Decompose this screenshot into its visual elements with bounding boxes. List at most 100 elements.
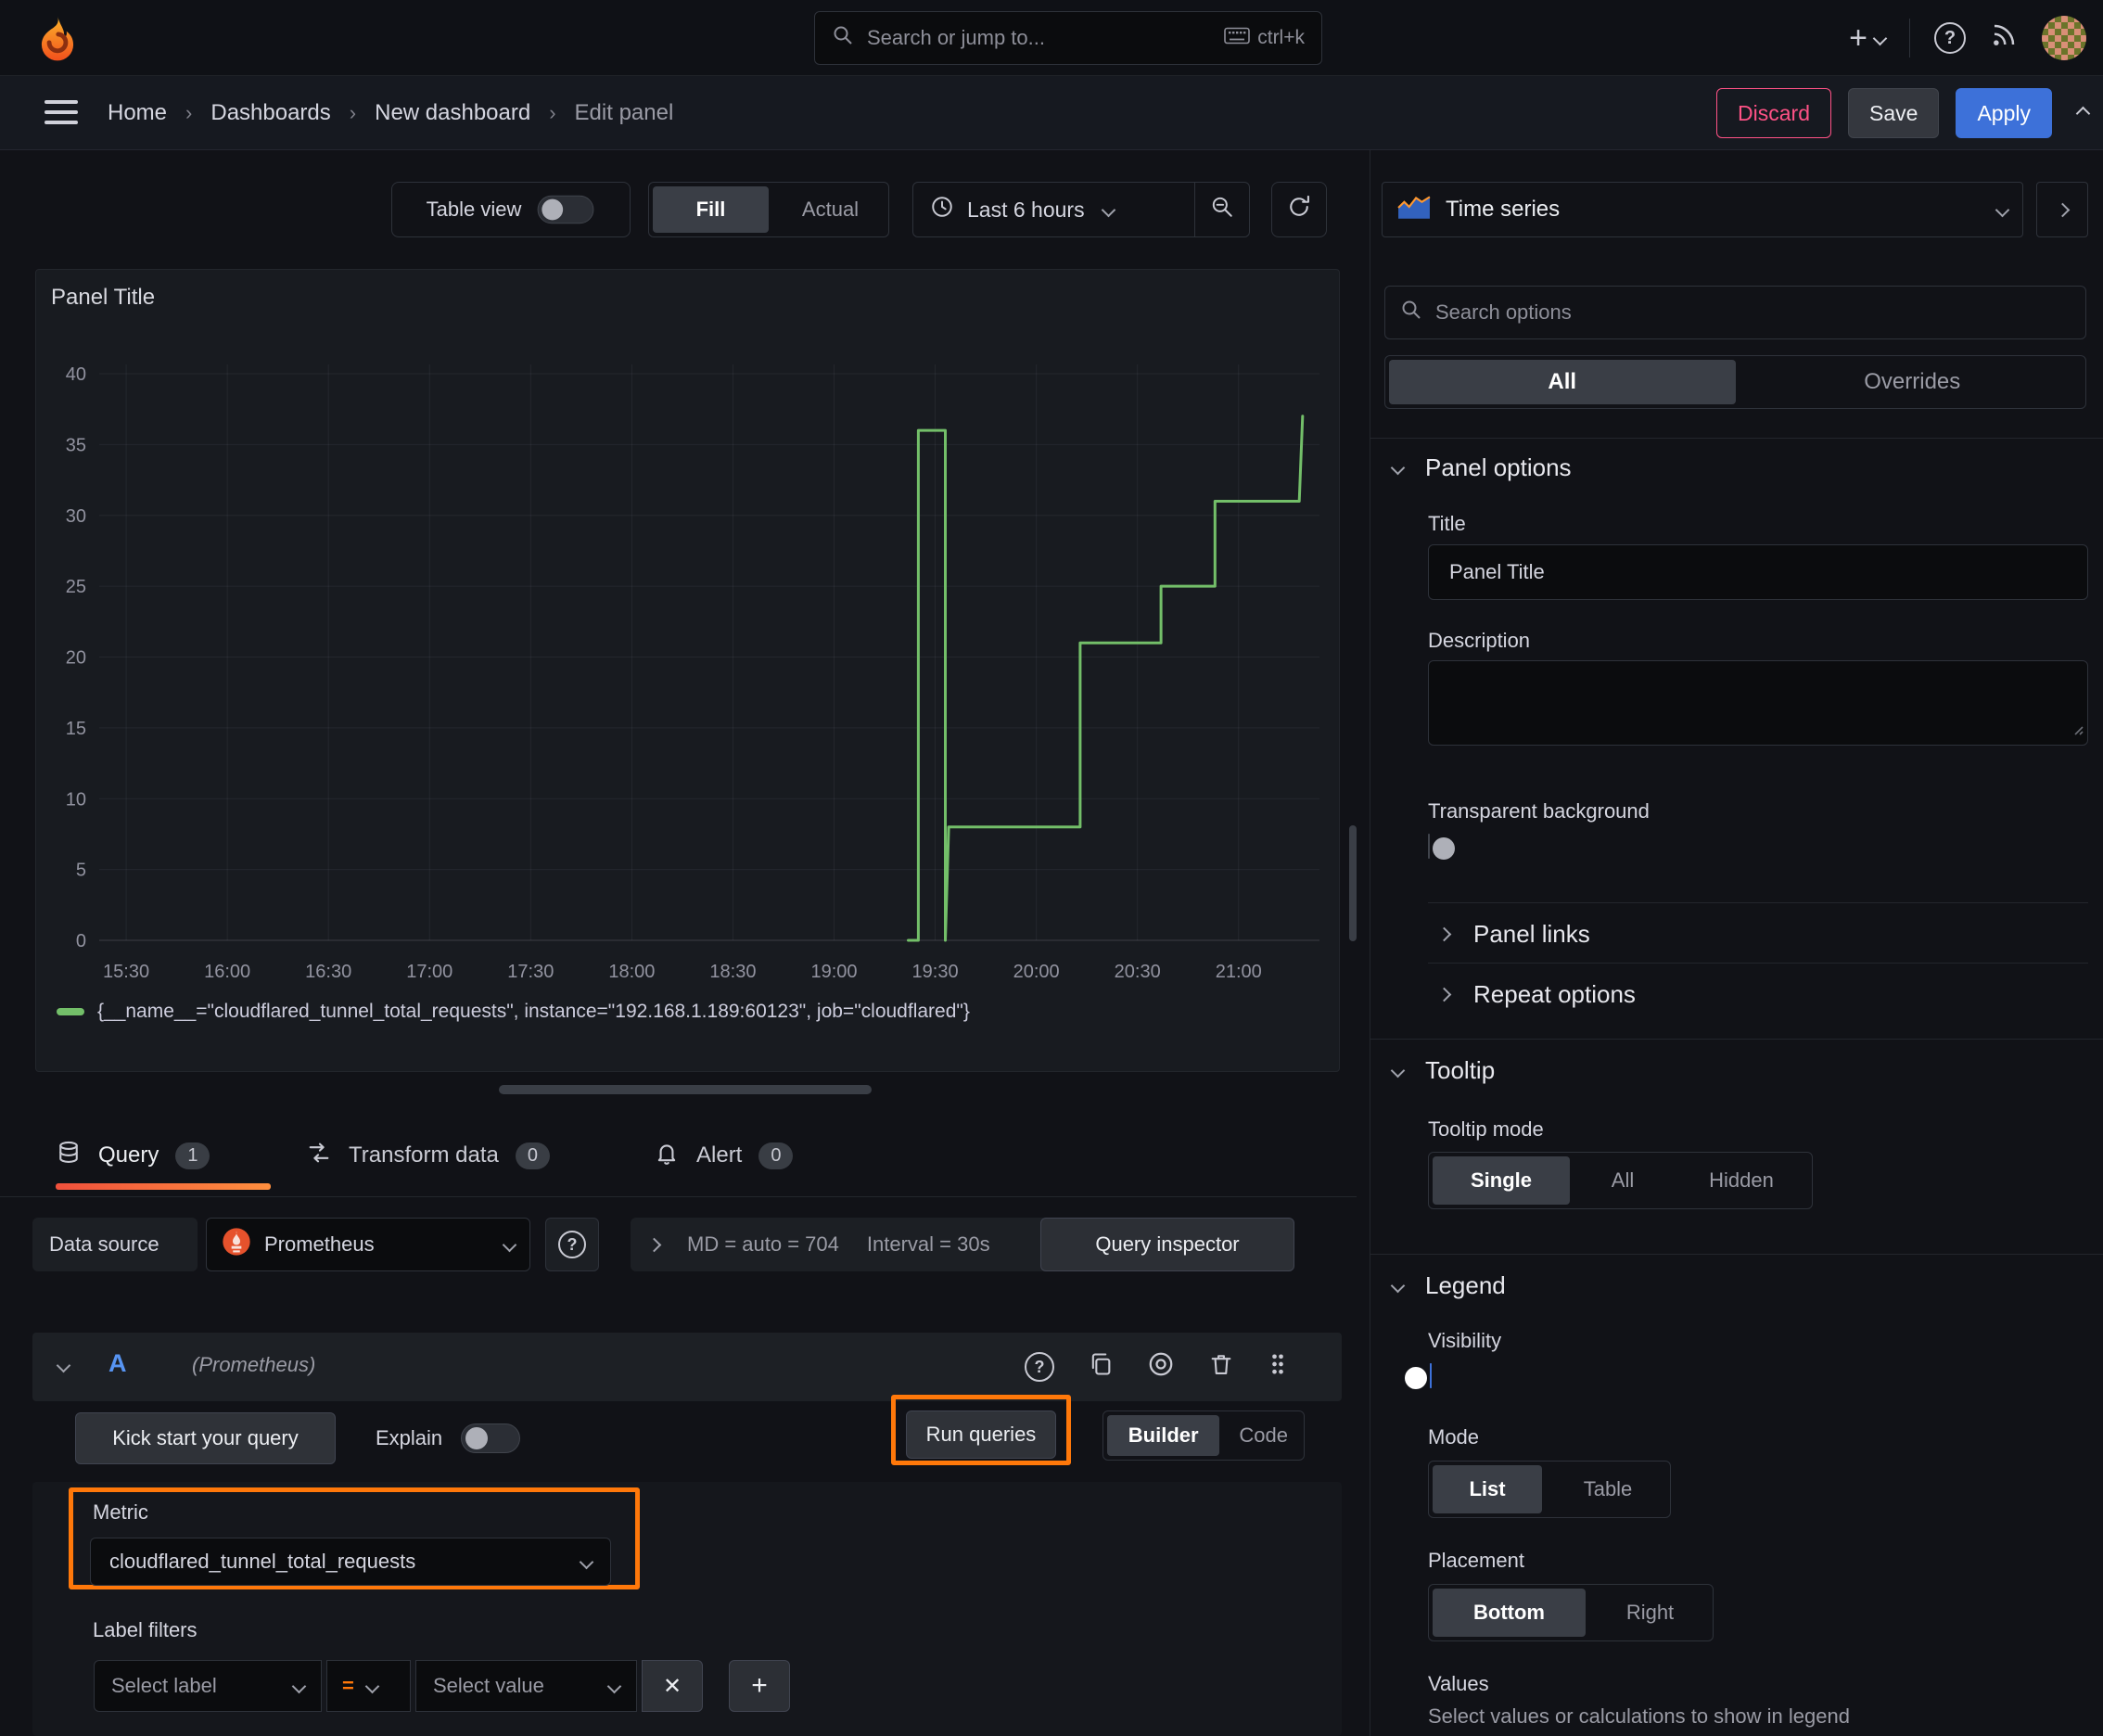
panel-links-section[interactable]: Panel links xyxy=(1436,913,1590,954)
chevron-right-icon[interactable] xyxy=(646,1237,662,1252)
tab-query-count: 1 xyxy=(175,1142,210,1169)
fill-option[interactable]: Fill xyxy=(653,186,769,233)
legend-placement-right[interactable]: Right xyxy=(1589,1585,1711,1640)
transparent-background-toggle[interactable] xyxy=(1428,834,1455,860)
collapse-options-pane-button[interactable] xyxy=(2036,182,2088,237)
time-series-chart[interactable]: 15:30 16:00 16:30 17:00 17:30 18:00 18:30 19:00… xyxy=(44,359,1329,1008)
top-navigation-bar: ctrl+k + ? xyxy=(0,0,2103,76)
tab-transform-data[interactable]: Transform data 0 xyxy=(306,1122,550,1189)
collapse-header-icon[interactable] xyxy=(2075,106,2091,121)
legend-mode-table[interactable]: Table xyxy=(1546,1462,1670,1517)
clock-icon xyxy=(930,195,954,224)
tab-query[interactable]: Query 1 xyxy=(56,1122,210,1189)
actual-option[interactable]: Actual xyxy=(772,183,888,236)
panel-title-field[interactable] xyxy=(1428,544,2088,600)
breadcrumb-new-dashboard[interactable]: New dashboard xyxy=(375,100,530,126)
avatar[interactable] xyxy=(2042,16,2086,60)
options-search-input[interactable] xyxy=(1434,300,2071,326)
tooltip-all-option[interactable]: All xyxy=(1574,1153,1672,1208)
chevron-down-icon xyxy=(1390,460,1406,475)
remove-filter-button[interactable]: ✕ xyxy=(642,1660,703,1712)
refresh-button[interactable] xyxy=(1271,182,1327,237)
legend-placement-bottom[interactable]: Bottom xyxy=(1433,1589,1586,1637)
code-option[interactable]: Code xyxy=(1223,1411,1304,1460)
svg-text:18:00: 18:00 xyxy=(608,962,655,982)
grafana-logo-icon[interactable] xyxy=(33,13,82,69)
add-filter-button[interactable]: + xyxy=(729,1660,790,1712)
legend-visibility-toggle[interactable] xyxy=(1405,1363,1432,1389)
tooltip-mode-switch: Single All Hidden xyxy=(1428,1152,1813,1209)
description-field[interactable] xyxy=(1428,660,2088,746)
datasource-picker[interactable]: Prometheus xyxy=(206,1218,530,1271)
legend-series-label[interactable]: {__name__="cloudflared_tunnel_total_requ… xyxy=(97,1001,970,1023)
toggle-visibility-icon[interactable] xyxy=(1147,1350,1175,1384)
drag-handle-icon[interactable] xyxy=(1268,1351,1288,1383)
tooltip-header[interactable]: Tooltip xyxy=(1390,1050,1496,1091)
vertical-scrollbar-thumb[interactable] xyxy=(1349,825,1357,941)
discard-button[interactable]: Discard xyxy=(1716,88,1832,138)
query-row-header[interactable]: A (Prometheus) ? xyxy=(32,1333,1342,1401)
kick-start-query-button[interactable]: Kick start your query xyxy=(75,1412,336,1464)
select-value-dropdown[interactable]: Select value xyxy=(415,1660,637,1712)
time-range-picker[interactable]: Last 6 hours xyxy=(913,183,1195,236)
svg-text:16:00: 16:00 xyxy=(204,962,250,982)
panel-title-input[interactable] xyxy=(1447,559,2069,585)
visualization-picker[interactable]: Time series xyxy=(1382,182,2023,237)
select-value-placeholder: Select value xyxy=(433,1674,544,1697)
chevron-down-icon xyxy=(1995,202,2010,217)
operator-dropdown[interactable]: = xyxy=(326,1660,411,1712)
breadcrumb-home[interactable]: Home xyxy=(108,100,167,126)
horizontal-scrollbar-thumb[interactable] xyxy=(499,1085,872,1094)
svg-text:17:00: 17:00 xyxy=(406,962,452,982)
legend-mode-list[interactable]: List xyxy=(1433,1465,1542,1513)
tooltip-title: Tooltip xyxy=(1425,1055,1496,1084)
chevron-down-icon xyxy=(1101,202,1115,217)
collapse-query-icon[interactable] xyxy=(56,1358,71,1373)
query-inspector-button[interactable]: Query inspector xyxy=(1040,1218,1294,1271)
tooltip-single-option[interactable]: Single xyxy=(1433,1156,1570,1205)
chevron-down-icon xyxy=(502,1237,517,1252)
help-icon[interactable]: ? xyxy=(1934,22,1966,54)
tab-all[interactable]: All xyxy=(1389,360,1736,404)
tooltip-hidden-option[interactable]: Hidden xyxy=(1672,1153,1811,1208)
metric-select[interactable]: cloudflared_tunnel_total_requests xyxy=(90,1538,611,1586)
save-button[interactable]: Save xyxy=(1848,88,1940,138)
table-view-toggle[interactable] xyxy=(537,195,594,224)
legend-header[interactable]: Legend xyxy=(1390,1265,1506,1306)
svg-text:15: 15 xyxy=(66,719,86,739)
builder-option[interactable]: Builder xyxy=(1107,1415,1220,1456)
description-input[interactable] xyxy=(1429,661,2087,745)
chevron-down-icon xyxy=(606,1679,622,1693)
table-view-control: Table view xyxy=(391,182,631,237)
tab-overrides[interactable]: Overrides xyxy=(1740,356,2086,408)
panel-title[interactable]: Panel Title xyxy=(51,285,155,311)
datasource-help-button[interactable]: ? xyxy=(545,1218,599,1271)
apply-button[interactable]: Apply xyxy=(1956,88,2052,138)
plus-icon: + xyxy=(1849,20,1867,56)
search-input[interactable] xyxy=(865,25,1214,51)
panel-options-header[interactable]: Panel options xyxy=(1390,447,1572,488)
news-icon[interactable] xyxy=(1990,21,2018,55)
svg-text:20: 20 xyxy=(66,648,86,669)
search-icon xyxy=(832,24,854,52)
delete-query-icon[interactable] xyxy=(1208,1351,1234,1383)
repeat-options-section[interactable]: Repeat options xyxy=(1436,974,1636,1015)
run-queries-button[interactable]: Run queries xyxy=(906,1410,1056,1459)
global-search-box[interactable]: ctrl+k xyxy=(814,11,1322,65)
breadcrumb-dashboards[interactable]: Dashboards xyxy=(210,100,330,126)
legend-values-label: Values xyxy=(1428,1672,1489,1695)
explain-toggle[interactable] xyxy=(461,1423,521,1453)
options-search-box[interactable] xyxy=(1384,286,2086,339)
chevron-down-icon xyxy=(579,1554,594,1569)
add-new-button[interactable]: + xyxy=(1849,20,1888,56)
query-help-icon[interactable]: ? xyxy=(1025,1352,1054,1382)
tab-alert-label: Alert xyxy=(696,1142,743,1168)
zoom-out-button[interactable] xyxy=(1195,183,1249,236)
select-label-dropdown[interactable]: Select label xyxy=(94,1660,322,1712)
tab-alert[interactable]: Alert 0 xyxy=(654,1122,794,1189)
duplicate-query-icon[interactable] xyxy=(1088,1351,1114,1383)
kick-start-label: Kick start your query xyxy=(112,1426,299,1449)
query-ref-id[interactable]: A xyxy=(108,1349,127,1378)
resize-handle-icon[interactable] xyxy=(2071,717,2084,741)
menu-icon[interactable] xyxy=(45,100,78,124)
